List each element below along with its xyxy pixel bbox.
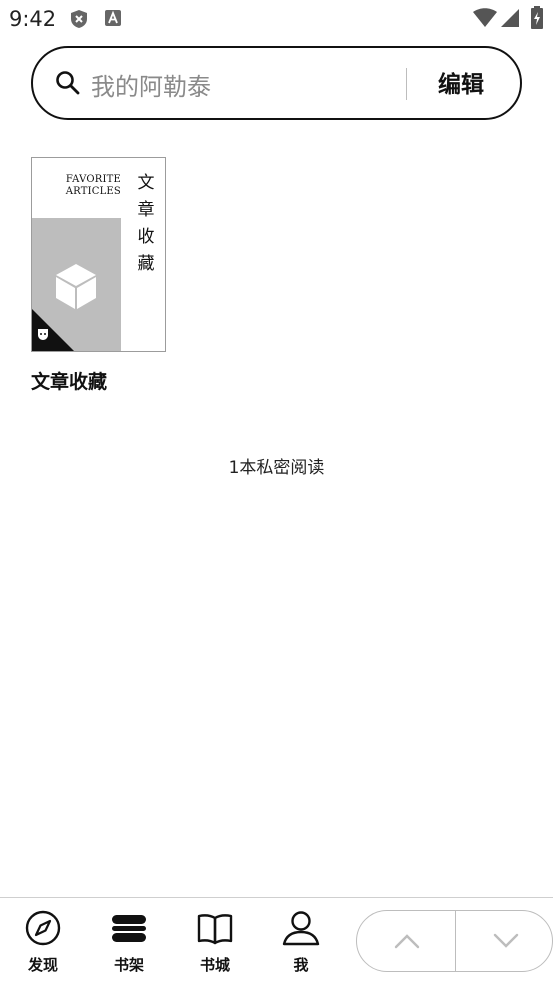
nav-bookstore[interactable]: 书城 <box>184 908 246 975</box>
nav-discover[interactable]: 发现 <box>12 908 74 975</box>
private-reading-count: 1本私密阅读 <box>228 458 325 478</box>
book-title[interactable]: 文章收藏 <box>31 367 107 394</box>
nav-bookshelf[interactable]: 书架 <box>98 908 160 975</box>
chevron-up-icon <box>394 934 420 949</box>
cover-english-title: FAVORITE ARTICLES <box>65 174 121 197</box>
book-cover[interactable]: FAVORITE ARTICLES 文章收藏 <box>31 157 166 352</box>
edit-button[interactable]: 编辑 <box>418 65 504 99</box>
signal-icon <box>500 8 520 32</box>
search-divider <box>406 68 407 100</box>
cube-icon <box>54 262 98 314</box>
nav-me[interactable]: 我 <box>270 908 332 975</box>
font-a-icon <box>104 9 122 31</box>
scroll-down-button[interactable] <box>456 911 553 971</box>
search-input[interactable]: 我的阿勒泰 <box>91 67 211 102</box>
scroll-up-button[interactable] <box>357 911 455 971</box>
search-icon <box>55 70 81 100</box>
page-scroll-control <box>356 910 553 972</box>
search-bar[interactable]: 我的阿勒泰 编辑 <box>31 46 522 120</box>
battery-charging-icon <box>530 6 544 34</box>
wifi-icon <box>473 8 497 32</box>
chevron-down-icon <box>493 933 519 948</box>
status-time: 9:42 <box>9 7 57 31</box>
cover-chinese-title: 文章收藏 <box>137 173 155 274</box>
bookshelf-icon <box>98 908 160 948</box>
compass-icon <box>12 908 74 948</box>
person-icon <box>270 908 332 948</box>
status-bar: 9:42 <box>0 0 553 38</box>
app-screen: 9:42 我的阿勒泰 编辑 FAVORITE ARTICLES 文章收藏 文章收… <box>0 0 553 984</box>
bottom-nav-divider <box>0 897 553 898</box>
open-book-icon <box>184 908 246 948</box>
shield-x-icon <box>69 9 89 33</box>
reader-logo-icon <box>36 326 50 345</box>
